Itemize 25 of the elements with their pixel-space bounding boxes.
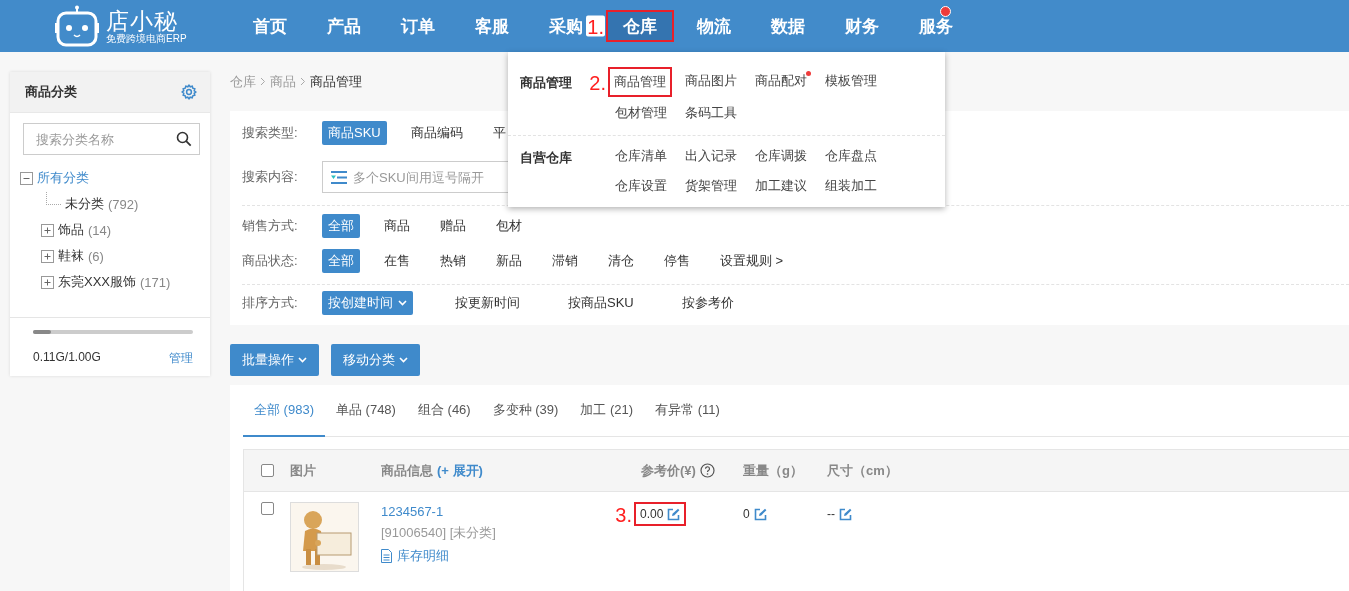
annotation-number: 1. [586, 15, 605, 37]
size-value: -- [827, 507, 835, 521]
logo-text: 店小秘 [106, 8, 179, 33]
column-header: 图片 [290, 461, 316, 480]
filter-label: 搜索类型: [242, 124, 299, 142]
product-code: [91006540] [未分类] [381, 524, 496, 542]
column-header: 尺寸（cm） [827, 461, 898, 480]
column-header: 参考价(¥) [641, 461, 696, 480]
category-count: (171) [140, 274, 171, 290]
filter-label: 销售方式: [242, 216, 299, 235]
category-count: (6) [88, 248, 104, 264]
menu-group-title: 商品管理 [520, 75, 572, 90]
category-count: (14) [88, 222, 112, 238]
logo-tagline: 免费跨境电商ERP [106, 32, 187, 44]
filter-label: 排序方式: [242, 293, 299, 312]
price-value: 0.00 [640, 507, 664, 521]
category-count: (792) [108, 196, 139, 212]
filter-label: 商品状态: [242, 251, 299, 270]
column-header: 商品信息 [381, 461, 433, 480]
column-header: 重量（g） [743, 461, 803, 480]
panel-title: 商品分类 [25, 83, 77, 101]
weight-value: 0 [743, 507, 750, 521]
filter-label: 搜索内容: [242, 168, 299, 186]
breadcrumb-item: 商品管理 [310, 72, 362, 91]
storage-reading: 0.11G/1.00G [33, 350, 101, 366]
